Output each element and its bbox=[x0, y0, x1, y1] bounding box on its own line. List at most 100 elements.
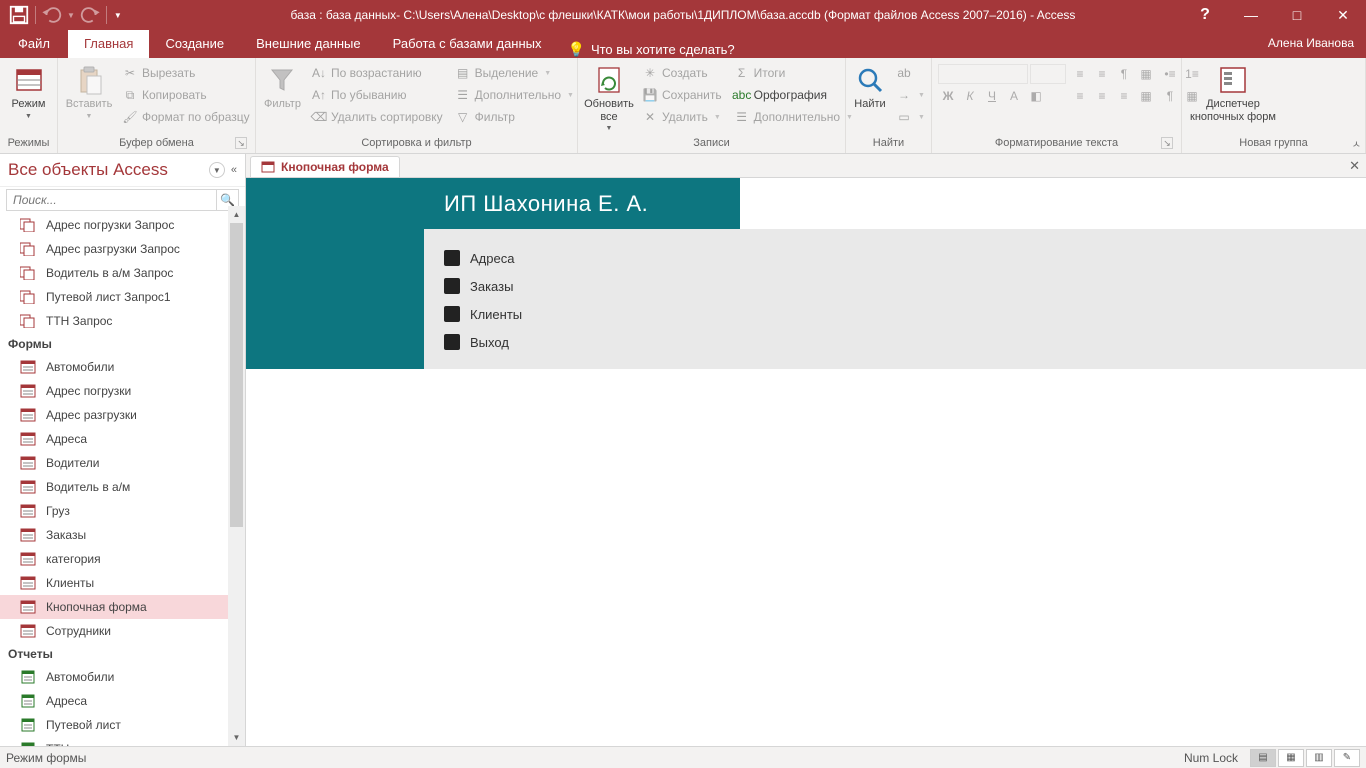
dialog-launcher-icon[interactable]: ↘ bbox=[1161, 137, 1173, 149]
indent-increase-button[interactable]: ≡ bbox=[1092, 64, 1112, 84]
tell-me-search[interactable]: 💡 Что вы хотите сделать? bbox=[558, 41, 745, 58]
undo-dropdown-icon[interactable]: ▼ bbox=[65, 11, 77, 20]
tab-database-tools[interactable]: Работа с базами данных bbox=[377, 30, 558, 58]
nav-item-report[interactable]: ТТН bbox=[0, 737, 245, 746]
switchboard-item[interactable]: Клиенты bbox=[444, 300, 1356, 328]
underline-button[interactable]: Ч bbox=[982, 86, 1002, 106]
gridlines-button[interactable]: ▦ bbox=[1136, 64, 1156, 84]
copy-button[interactable]: ⧉Копировать bbox=[118, 84, 254, 106]
nav-item-query[interactable]: Адрес разгрузки Запрос bbox=[0, 237, 245, 261]
nav-item-report[interactable]: Путевой лист bbox=[0, 713, 245, 737]
nav-item-form[interactable]: Заказы bbox=[0, 523, 245, 547]
switchboard-item[interactable]: Выход bbox=[444, 328, 1356, 356]
nav-item-report[interactable]: Адреса bbox=[0, 689, 245, 713]
font-name-box[interactable] bbox=[938, 64, 1028, 84]
refresh-all-button[interactable]: Обновить все ▼ bbox=[584, 62, 634, 134]
select-button[interactable]: ▭▼ bbox=[892, 106, 929, 128]
qat-customize-icon[interactable]: ▼ bbox=[112, 11, 124, 20]
align-left-button[interactable]: ≡ bbox=[1070, 86, 1090, 106]
nav-scrollbar[interactable]: ▲ ▼ bbox=[228, 206, 245, 746]
scroll-thumb[interactable] bbox=[230, 223, 243, 527]
nav-item-query[interactable]: Путевой лист Запрос1 bbox=[0, 285, 245, 309]
bold-button[interactable]: Ж bbox=[938, 86, 958, 106]
maximize-button[interactable]: □ bbox=[1274, 0, 1320, 30]
new-record-button[interactable]: ✳Создать bbox=[638, 62, 726, 84]
goto-button[interactable]: →▼ bbox=[892, 84, 929, 106]
delete-record-button[interactable]: ✕Удалить▼ bbox=[638, 106, 726, 128]
sort-asc-button[interactable]: A↓По возрастанию bbox=[307, 62, 447, 84]
design-view-button[interactable]: ✎ bbox=[1334, 749, 1360, 767]
rtl-button[interactable]: ¶ bbox=[1160, 86, 1180, 106]
scroll-down-icon[interactable]: ▼ bbox=[228, 729, 245, 746]
format-painter-button[interactable]: 🖌Формат по образцу bbox=[118, 106, 254, 128]
switchboard-manager-button[interactable]: Диспетчер кнопочных форм bbox=[1188, 62, 1278, 125]
clear-sort-button[interactable]: ⌫Удалить сортировку bbox=[307, 106, 447, 128]
nav-item-report[interactable]: Автомобили bbox=[0, 665, 245, 689]
nav-search-box[interactable]: 🔍 bbox=[6, 189, 239, 211]
view-button[interactable]: Режим ▼ bbox=[6, 62, 51, 122]
nav-search-input[interactable] bbox=[7, 190, 216, 210]
nav-item-form-selected[interactable]: Кнопочная форма bbox=[0, 595, 245, 619]
dialog-launcher-icon[interactable]: ↘ bbox=[235, 137, 247, 149]
nav-item-query[interactable]: Адрес погрузки Запрос bbox=[0, 213, 245, 237]
nav-dropdown-icon[interactable]: ▼ bbox=[209, 162, 225, 178]
totals-button[interactable]: ΣИтоги bbox=[730, 62, 857, 84]
tab-create[interactable]: Создание bbox=[149, 30, 240, 58]
switchboard-item[interactable]: Заказы bbox=[444, 272, 1356, 300]
align-right-button[interactable]: ≡ bbox=[1114, 86, 1134, 106]
nav-group-reports[interactable]: Отчеты⌃ bbox=[0, 643, 245, 665]
nav-item-query[interactable]: Водитель в а/м Запрос bbox=[0, 261, 245, 285]
save-icon[interactable] bbox=[8, 4, 30, 26]
minimize-button[interactable]: — bbox=[1228, 0, 1274, 30]
selection-button[interactable]: ▤Выделение▼ bbox=[451, 62, 578, 84]
nav-item-form[interactable]: Адрес разгрузки bbox=[0, 403, 245, 427]
datasheet-view-button[interactable]: ▦ bbox=[1278, 749, 1304, 767]
tab-external-data[interactable]: Внешние данные bbox=[240, 30, 377, 58]
tab-home[interactable]: Главная bbox=[68, 30, 149, 58]
layout-view-button[interactable]: ▥ bbox=[1306, 749, 1332, 767]
scroll-up-icon[interactable]: ▲ bbox=[228, 206, 245, 223]
align-center-button[interactable]: ≡ bbox=[1092, 86, 1112, 106]
nav-item-form[interactable]: категория bbox=[0, 547, 245, 571]
form-view-button[interactable]: ▤ bbox=[1250, 749, 1276, 767]
find-button[interactable]: Найти bbox=[852, 62, 888, 113]
italic-button[interactable]: К bbox=[960, 86, 980, 106]
collapse-ribbon-icon[interactable]: ㅅ bbox=[1352, 136, 1361, 151]
document-tab[interactable]: Кнопочная форма bbox=[250, 156, 400, 177]
switchboard-item[interactable]: Адреса bbox=[444, 244, 1356, 272]
toggle-filter-button[interactable]: ▽Фильтр bbox=[451, 106, 578, 128]
user-name[interactable]: Алена Иванова bbox=[1268, 36, 1354, 50]
nav-item-form[interactable]: Сотрудники bbox=[0, 619, 245, 643]
help-button[interactable]: ? bbox=[1182, 0, 1228, 30]
nav-pane-header[interactable]: Все объекты Access ▼ « bbox=[0, 154, 245, 187]
filter-button[interactable]: Фильтр bbox=[262, 62, 303, 113]
more-records-button[interactable]: ☰Дополнительно▼ bbox=[730, 106, 857, 128]
nav-item-form[interactable]: Адрес погрузки bbox=[0, 379, 245, 403]
advanced-filter-button[interactable]: ☰Дополнительно▼ bbox=[451, 84, 578, 106]
save-record-button[interactable]: 💾Сохранить bbox=[638, 84, 726, 106]
nav-item-form[interactable]: Водители bbox=[0, 451, 245, 475]
redo-icon[interactable] bbox=[79, 4, 101, 26]
cut-button[interactable]: ✂Вырезать bbox=[118, 62, 254, 84]
nav-group-forms[interactable]: Формы⌃ bbox=[0, 333, 245, 355]
undo-icon[interactable] bbox=[41, 4, 63, 26]
tab-file[interactable]: Файл bbox=[0, 30, 68, 58]
nav-collapse-icon[interactable]: « bbox=[231, 164, 237, 176]
alt-row-color-button[interactable]: ▦ bbox=[1136, 86, 1156, 106]
nav-item-form[interactable]: Автомобили bbox=[0, 355, 245, 379]
close-tab-button[interactable]: ✕ bbox=[1349, 158, 1360, 174]
font-color-button[interactable]: A bbox=[1004, 86, 1024, 106]
nav-item-form[interactable]: Клиенты bbox=[0, 571, 245, 595]
sort-desc-button[interactable]: A↑По убыванию bbox=[307, 84, 447, 106]
indent-decrease-button[interactable]: ≡ bbox=[1070, 64, 1090, 84]
bullets-button[interactable]: •≡ bbox=[1160, 64, 1180, 84]
nav-item-form[interactable]: Водитель в а/м bbox=[0, 475, 245, 499]
replace-button[interactable]: ab bbox=[892, 62, 929, 84]
spelling-button[interactable]: abcОрфография bbox=[730, 84, 857, 106]
nav-item-query[interactable]: ТТН Запрос bbox=[0, 309, 245, 333]
ltr-button[interactable]: ¶ bbox=[1114, 64, 1134, 84]
nav-item-form[interactable]: Адреса bbox=[0, 427, 245, 451]
nav-item-form[interactable]: Груз bbox=[0, 499, 245, 523]
font-size-box[interactable] bbox=[1030, 64, 1066, 84]
close-button[interactable]: ✕ bbox=[1320, 0, 1366, 30]
